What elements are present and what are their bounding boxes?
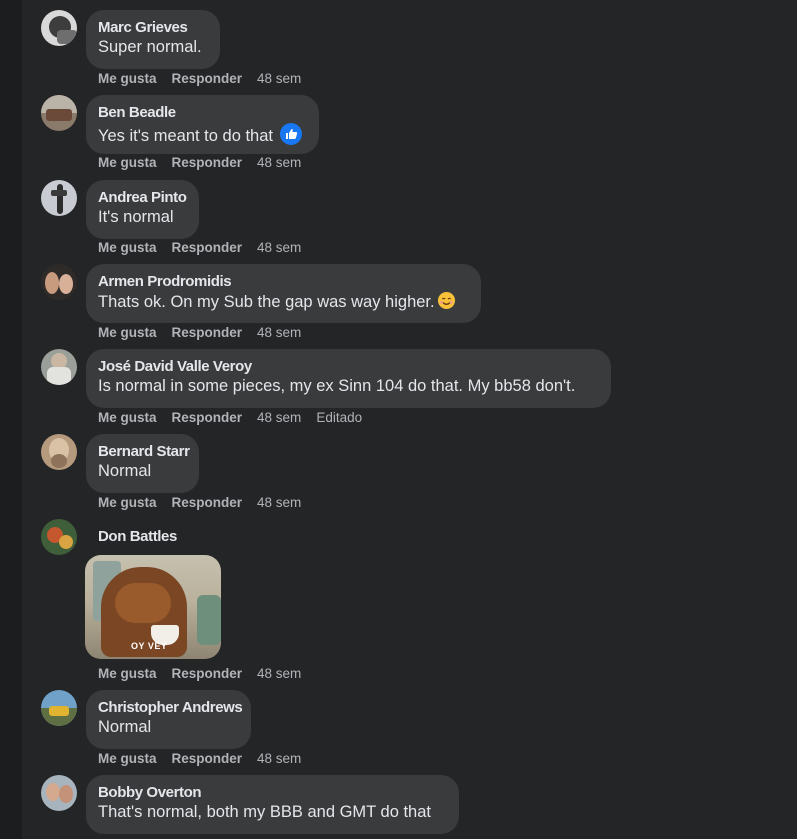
comment-actions: Me gusta Responder 48 sem <box>98 666 316 681</box>
like-link[interactable]: Me gusta <box>98 666 157 681</box>
comment-author[interactable]: Andrea Pinto <box>98 188 187 207</box>
comment-author[interactable]: Bernard Starr <box>98 442 190 461</box>
comment-text: Normal <box>98 462 152 480</box>
smiling-face-icon <box>437 291 455 310</box>
comment-author[interactable]: Christopher Andrews <box>98 698 243 717</box>
reply-link[interactable]: Responder <box>172 71 243 86</box>
like-link[interactable]: Me gusta <box>98 410 157 425</box>
comment-actions: Me gusta Responder 48 sem <box>98 751 316 766</box>
comment-bubble: Bobby Overton That's normal, both my BBB… <box>86 775 459 834</box>
comment-bubble: Marc Grieves Super normal. <box>86 10 220 69</box>
comment-actions: Me gusta Responder 48 sem <box>98 240 316 255</box>
timestamp[interactable]: 48 sem <box>257 155 301 170</box>
comment-text: Normal <box>98 718 152 736</box>
comment-text: Thats ok. On my Sub the gap was way high… <box>98 291 469 313</box>
comment-actions: Me gusta Responder 48 sem Editado <box>98 410 377 425</box>
like-link[interactable]: Me gusta <box>98 155 157 170</box>
reply-link[interactable]: Responder <box>172 155 243 170</box>
timestamp[interactable]: 48 sem <box>257 71 301 86</box>
like-link[interactable]: Me gusta <box>98 325 157 340</box>
comment-actions: Me gusta Responder 48 sem <box>98 155 316 170</box>
avatar[interactable] <box>41 10 77 46</box>
avatar[interactable] <box>41 775 77 811</box>
like-link[interactable]: Me gusta <box>98 71 157 86</box>
left-rail <box>0 0 22 839</box>
like-link[interactable]: Me gusta <box>98 240 157 255</box>
timestamp[interactable]: 48 sem <box>257 325 301 340</box>
reply-link[interactable]: Responder <box>172 495 243 510</box>
comment-text: Is normal in some pieces, my ex Sinn 104… <box>98 377 576 395</box>
edited-label: Editado <box>316 410 363 425</box>
comment-author[interactable]: Bobby Overton <box>98 783 447 802</box>
avatar[interactable] <box>41 349 77 385</box>
comment-text: Yes it's meant to do that <box>98 122 307 147</box>
thumbs-up-icon <box>279 123 302 145</box>
reply-link[interactable]: Responder <box>172 410 243 425</box>
comment-feed: Marc Grieves Super normal. Me gusta Respo… <box>22 0 797 839</box>
avatar[interactable] <box>41 434 77 470</box>
reply-link[interactable]: Responder <box>172 751 243 766</box>
comment-bubble: Bernard Starr Normal <box>86 434 199 493</box>
like-link[interactable]: Me gusta <box>98 751 157 766</box>
comment-author[interactable]: Armen Prodromidis <box>98 272 469 291</box>
comment-actions: Me gusta Responder 48 sem <box>98 495 316 510</box>
comment-text: That's normal, both my BBB and GMT do th… <box>98 803 431 821</box>
comment-author[interactable]: Marc Grieves <box>98 18 208 37</box>
reply-link[interactable]: Responder <box>172 666 243 681</box>
comment-actions: Me gusta Responder 48 sem <box>98 325 316 340</box>
like-link[interactable]: Me gusta <box>98 495 157 510</box>
comment-bubble: Andrea Pinto It's normal <box>86 180 199 239</box>
comment-bubble: Ben Beadle Yes it's meant to do that <box>86 95 319 154</box>
comment-author[interactable]: José David Valle Veroy <box>98 357 599 376</box>
comment-text: It's normal <box>98 208 174 226</box>
comment-author[interactable]: Don Battles <box>98 527 177 546</box>
timestamp[interactable]: 48 sem <box>257 495 301 510</box>
comment-bubble: José David Valle Veroy Is normal in some… <box>86 349 611 408</box>
avatar[interactable] <box>41 180 77 216</box>
gif-caption: OY VEY <box>131 641 168 651</box>
comment-author[interactable]: Ben Beadle <box>98 103 307 122</box>
timestamp[interactable]: 48 sem <box>257 751 301 766</box>
comment-bubble: Christopher Andrews Normal <box>86 690 251 749</box>
avatar[interactable] <box>41 519 77 555</box>
gif-attachment[interactable]: OY VEY <box>85 555 221 659</box>
comment-text: Super normal. <box>98 38 202 56</box>
reply-link[interactable]: Responder <box>172 240 243 255</box>
avatar[interactable] <box>41 264 77 300</box>
timestamp[interactable]: 48 sem <box>257 666 301 681</box>
timestamp[interactable]: 48 sem <box>257 240 301 255</box>
timestamp[interactable]: 48 sem <box>257 410 301 425</box>
comment-bubble: Armen Prodromidis Thats ok. On my Sub th… <box>86 264 481 323</box>
reply-link[interactable]: Responder <box>172 325 243 340</box>
avatar[interactable] <box>41 95 77 131</box>
avatar[interactable] <box>41 690 77 726</box>
comment-actions: Me gusta Responder 48 sem <box>98 71 316 86</box>
